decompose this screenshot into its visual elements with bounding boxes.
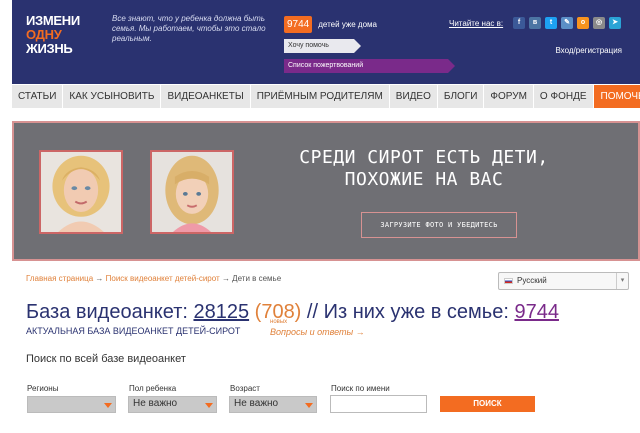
age-select[interactable]: Не важно (229, 396, 317, 413)
nav-item-6[interactable]: БЛОГИ (438, 85, 485, 108)
counter-number: 9744 (284, 16, 313, 33)
nav-item-4[interactable]: ПРИЁМНЫМ РОДИТЕЛЯМ (251, 85, 390, 108)
age-value: Не важно (234, 398, 279, 409)
regions-label: Регионы (27, 384, 59, 393)
nav-item-2[interactable]: КАК УСЫНОВИТЬ (63, 85, 162, 108)
page: ИЗМЕНИ ОДНУ ЖИЗНЬ Все знают, что у ребен… (0, 0, 640, 433)
upload-photo-button[interactable]: ЗАГРУЗИТЕ ФОТО И УБЕДИТЕСЬ (361, 212, 517, 238)
search-button[interactable]: ПОИСК (440, 396, 535, 412)
language-select[interactable]: Русский ▾ (498, 272, 629, 290)
breadcrumb-separator: → (95, 274, 104, 283)
instagram-icon[interactable]: ◎ (593, 17, 605, 29)
new-label: новых (270, 319, 288, 325)
site-header: ИЗМЕНИ ОДНУ ЖИЗНЬ Все знают, что у ребен… (12, 0, 640, 84)
banner-title: СРЕДИ СИРОТ ЕСТЬ ДЕТИ, ПОХОЖИЕ НА ВАС (254, 147, 594, 191)
breadcrumb-search[interactable]: Поиск видеоанкет детей-сирот (106, 274, 220, 283)
tagline: Все знают, что у ребенка должна быть сем… (112, 14, 266, 43)
database-title-prefix: База видеоанкет: (26, 301, 188, 323)
gender-value: Не важно (133, 398, 178, 409)
dropdown-arrow-icon (104, 403, 112, 408)
login-register-link[interactable]: Вход/регистрация (555, 46, 622, 55)
gender-label: Пол ребенка (129, 384, 177, 393)
main-nav: СТАТЬИ КАК УСЫНОВИТЬ ВИДЕОАНКЕТЫ ПРИЁМНЫМ Р… (12, 85, 640, 108)
dropdown-arrow-icon (205, 403, 213, 408)
adopted-counter: 9744 детей уже дома (284, 16, 377, 33)
vk-icon[interactable]: в (529, 17, 541, 29)
twitter-icon[interactable]: t (545, 17, 557, 29)
telegram-icon[interactable]: ➤ (609, 17, 621, 29)
database-title-middle: // Из них уже в семье: (306, 301, 509, 323)
odnoklassniki-icon[interactable]: о (577, 17, 589, 29)
nav-item-7[interactable]: ФОРУМ (484, 85, 534, 108)
total-count-link[interactable]: 28125 (193, 301, 249, 323)
search-heading: Поиск по всей базе видеоанкет (26, 353, 186, 365)
promo-banner: СРЕДИ СИРОТ ЕСТЬ ДЕТИ, ПОХОЖИЕ НА ВАС ЗА… (12, 121, 640, 261)
counter-text: детей уже дома (318, 20, 377, 29)
nav-item-1[interactable]: СТАТЬИ (12, 85, 64, 108)
language-value: Русский (517, 276, 547, 285)
in-family-count-link[interactable]: 9744 (514, 301, 559, 323)
nav-help-button[interactable]: ПОМОЧЬ (593, 85, 640, 108)
banner-title-line-2: ПОХОЖИЕ НА ВАС (344, 169, 504, 190)
name-search-label: Поиск по имени (331, 384, 390, 393)
nav-item-5[interactable]: ВИДЕО (390, 85, 438, 108)
breadcrumb: Главная страница → Поиск видеоанкет дете… (26, 274, 281, 283)
logo-line-1: ИЗМЕНИ (26, 13, 80, 28)
breadcrumb-home[interactable]: Главная страница (26, 274, 93, 283)
donations-list-button[interactable]: Список пожертвований (284, 59, 455, 73)
name-search-input[interactable] (330, 395, 427, 413)
social-icons: f в t ✎ о ◎ ➤ (513, 17, 621, 29)
woman-photo (39, 150, 123, 234)
database-headline: База видеоанкет: 28125 (708) // Из них у… (26, 301, 559, 324)
gender-select[interactable]: Не важно (128, 396, 217, 413)
logo-line-3: ЖИЗНЬ (26, 41, 73, 56)
dropdown-arrow-icon (305, 403, 313, 408)
facebook-icon[interactable]: f (513, 17, 525, 29)
russia-flag-icon (504, 278, 513, 284)
breadcrumb-separator: → (221, 274, 230, 283)
logo-line-2: ОДНУ (26, 27, 62, 42)
age-label: Возраст (230, 384, 260, 393)
follow-us-link[interactable]: Читайте нас в: (449, 19, 503, 28)
regions-select[interactable] (27, 396, 116, 413)
chevron-down-icon[interactable]: ▾ (616, 273, 628, 289)
site-logo[interactable]: ИЗМЕНИ ОДНУ ЖИЗНЬ (26, 14, 80, 56)
nav-item-3[interactable]: ВИДЕОАНКЕТЫ (161, 85, 251, 108)
database-subtitle: АКТУАЛЬНАЯ БАЗА ВИДЕОАНКЕТ ДЕТЕЙ-СИРОТ (26, 326, 241, 336)
nav-item-8[interactable]: О ФОНДЕ (534, 85, 594, 108)
banner-title-line-1: СРЕДИ СИРОТ ЕСТЬ ДЕТИ, (299, 147, 549, 168)
faq-link[interactable]: Вопросы и ответы → (270, 327, 365, 337)
livejournal-icon[interactable]: ✎ (561, 17, 573, 29)
breadcrumb-current: Дети в семье (232, 274, 282, 283)
girl-photo (150, 150, 234, 234)
want-to-help-button[interactable]: Хочу помочь (284, 39, 361, 53)
